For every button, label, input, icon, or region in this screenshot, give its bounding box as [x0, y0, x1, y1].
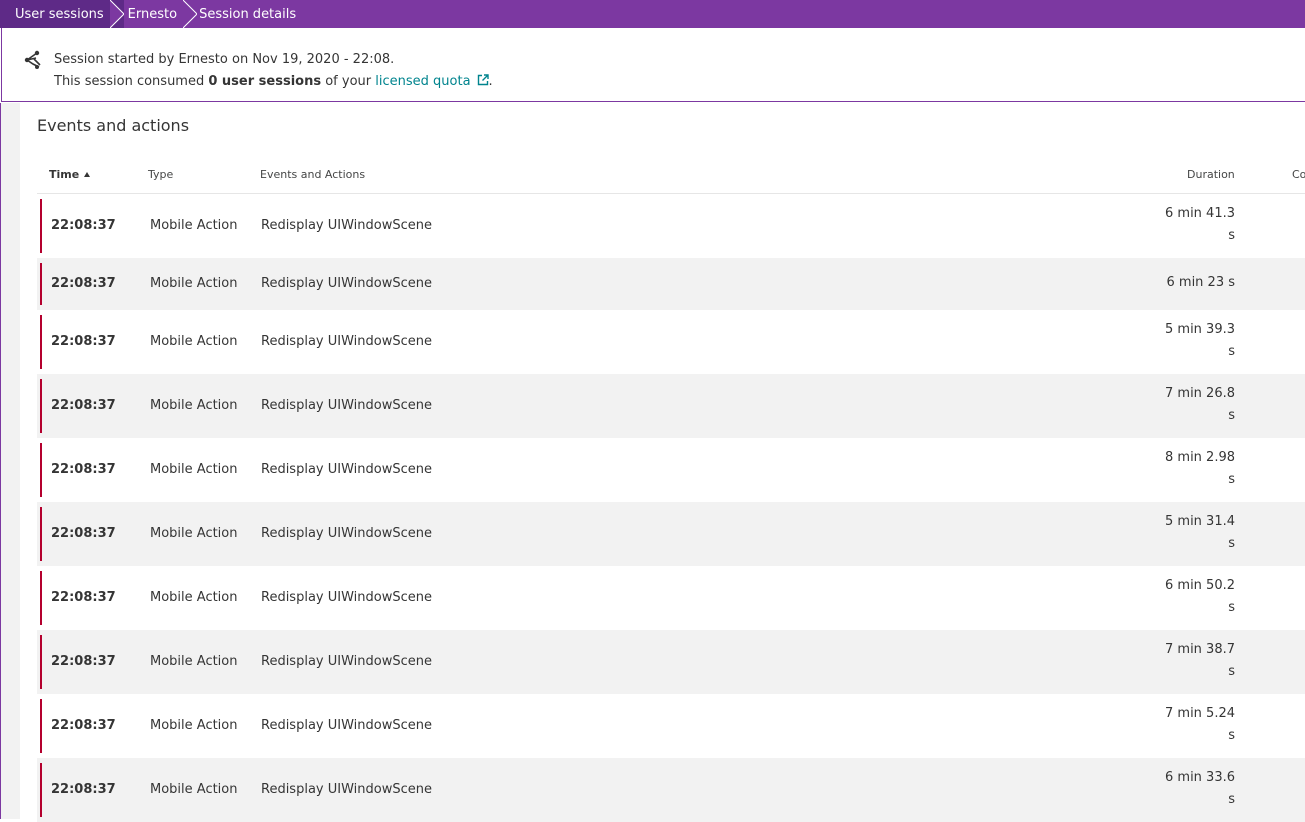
table-row[interactable]: 22:08:37 Mobile Action Redisplay UIWindo…	[37, 630, 1305, 694]
row-status-stripe	[40, 507, 42, 561]
table-row[interactable]: 22:08:37 Mobile Action Redisplay UIWindo…	[37, 374, 1305, 438]
column-header-type[interactable]: Type	[148, 168, 173, 181]
row-event: Redisplay UIWindowScene	[261, 654, 432, 669]
row-status-stripe	[40, 199, 42, 253]
external-link-icon	[477, 74, 489, 86]
breadcrumb: User sessions Ernesto Session details	[0, 0, 1305, 28]
consumption-suffix: .	[488, 74, 493, 89]
row-duration: 7 min 26.8 s	[1165, 386, 1235, 423]
chevron-right-icon	[109, 0, 124, 28]
row-time: 22:08:37	[51, 526, 116, 541]
column-header-events[interactable]: Events and Actions	[260, 168, 365, 181]
row-time: 22:08:37	[51, 718, 116, 733]
row-event: Redisplay UIWindowScene	[261, 462, 432, 477]
row-duration: 6 min 23 s	[1166, 275, 1236, 290]
events-table-header: Time Type Events and Actions Duration Co	[37, 160, 1305, 194]
row-status-stripe	[40, 379, 42, 433]
breadcrumb-item-user-sessions[interactable]: User sessions	[0, 0, 124, 28]
row-status-stripe	[40, 699, 42, 753]
events-table-body: 22:08:37 Mobile Action Redisplay UIWindo…	[37, 194, 1305, 822]
breadcrumb-label: Ernesto	[127, 6, 178, 22]
breadcrumb-label: User sessions	[15, 6, 104, 22]
row-type: Mobile Action	[150, 718, 238, 733]
row-event: Redisplay UIWindowScene	[261, 334, 432, 349]
row-duration: 5 min 31.4 s	[1165, 514, 1235, 551]
breadcrumb-item-session-details[interactable]: Session details	[197, 0, 296, 28]
row-time: 22:08:37	[51, 462, 116, 477]
row-event: Redisplay UIWindowScene	[261, 218, 432, 233]
row-type: Mobile Action	[150, 398, 238, 413]
column-header-co[interactable]: Co	[1292, 168, 1305, 181]
row-status-stripe	[40, 571, 42, 625]
row-time: 22:08:37	[51, 590, 116, 605]
row-event: Redisplay UIWindowScene	[261, 398, 432, 413]
table-row[interactable]: 22:08:37 Mobile Action Redisplay UIWindo…	[37, 194, 1305, 258]
consumption-mid: of your	[321, 74, 376, 89]
session-consumption-text: This session consumed 0 user sessions of…	[54, 74, 493, 89]
row-status-stripe	[40, 763, 42, 817]
row-status-stripe	[40, 635, 42, 689]
consumption-count: 0 user sessions	[208, 74, 322, 89]
breadcrumb-item-ernesto[interactable]: Ernesto	[124, 0, 198, 28]
row-time: 22:08:37	[51, 218, 116, 233]
row-duration: 6 min 33.6 s	[1165, 770, 1235, 807]
table-row[interactable]: 22:08:37 Mobile Action Redisplay UIWindo…	[37, 502, 1305, 566]
row-time: 22:08:37	[51, 334, 116, 349]
row-time: 22:08:37	[51, 398, 116, 413]
table-row[interactable]: 22:08:37 Mobile Action Redisplay UIWindo…	[37, 758, 1305, 822]
column-header-label: Time	[49, 168, 80, 181]
row-duration: 7 min 38.7 s	[1165, 642, 1235, 679]
row-type: Mobile Action	[150, 654, 238, 669]
row-type: Mobile Action	[150, 526, 238, 541]
row-type: Mobile Action	[150, 782, 238, 797]
row-type: Mobile Action	[150, 590, 238, 605]
row-type: Mobile Action	[150, 218, 238, 233]
session-icon	[24, 50, 41, 69]
row-event: Redisplay UIWindowScene	[261, 782, 432, 797]
table-row[interactable]: 22:08:37 Mobile Action Redisplay UIWindo…	[37, 566, 1305, 630]
row-time: 22:08:37	[51, 782, 116, 797]
table-row[interactable]: 22:08:37 Mobile Action Redisplay UIWindo…	[37, 310, 1305, 374]
left-gutter	[0, 103, 20, 819]
consumption-prefix: This session consumed	[54, 74, 209, 89]
row-duration: 5 min 39.3 s	[1165, 322, 1235, 359]
row-duration: 7 min 5.24 s	[1165, 706, 1235, 743]
session-info-panel: Session started by Ernesto on Nov 19, 20…	[1, 28, 1305, 102]
licensed-quota-label: licensed quota	[375, 74, 471, 89]
row-event: Redisplay UIWindowScene	[261, 718, 432, 733]
row-status-stripe	[40, 263, 42, 305]
row-event: Redisplay UIWindowScene	[261, 526, 432, 541]
column-header-time[interactable]: Time	[49, 168, 91, 181]
column-header-duration[interactable]: Duration	[1187, 168, 1235, 181]
row-time: 22:08:37	[51, 276, 116, 291]
row-time: 22:08:37	[51, 654, 116, 669]
row-duration: 8 min 2.98 s	[1165, 450, 1235, 487]
row-status-stripe	[40, 443, 42, 497]
row-event: Redisplay UIWindowScene	[261, 590, 432, 605]
sort-ascending-icon	[84, 172, 91, 177]
chevron-right-icon	[183, 0, 198, 28]
row-duration: 6 min 41.3 s	[1165, 206, 1235, 243]
session-started-text: Session started by Ernesto on Nov 19, 20…	[54, 52, 395, 67]
table-row[interactable]: 22:08:37 Mobile Action Redisplay UIWindo…	[37, 438, 1305, 502]
table-row[interactable]: 22:08:37 Mobile Action Redisplay UIWindo…	[37, 258, 1305, 310]
row-type: Mobile Action	[150, 334, 238, 349]
row-type: Mobile Action	[150, 276, 238, 291]
row-duration: 6 min 50.2 s	[1165, 578, 1235, 615]
breadcrumb-label: Session details	[199, 6, 297, 22]
events-section-title: Events and actions	[37, 116, 190, 135]
licensed-quota-link[interactable]: licensed quota	[375, 74, 489, 89]
table-row[interactable]: 22:08:37 Mobile Action Redisplay UIWindo…	[37, 694, 1305, 758]
row-type: Mobile Action	[150, 462, 238, 477]
row-event: Redisplay UIWindowScene	[261, 276, 432, 291]
row-status-stripe	[40, 315, 42, 369]
